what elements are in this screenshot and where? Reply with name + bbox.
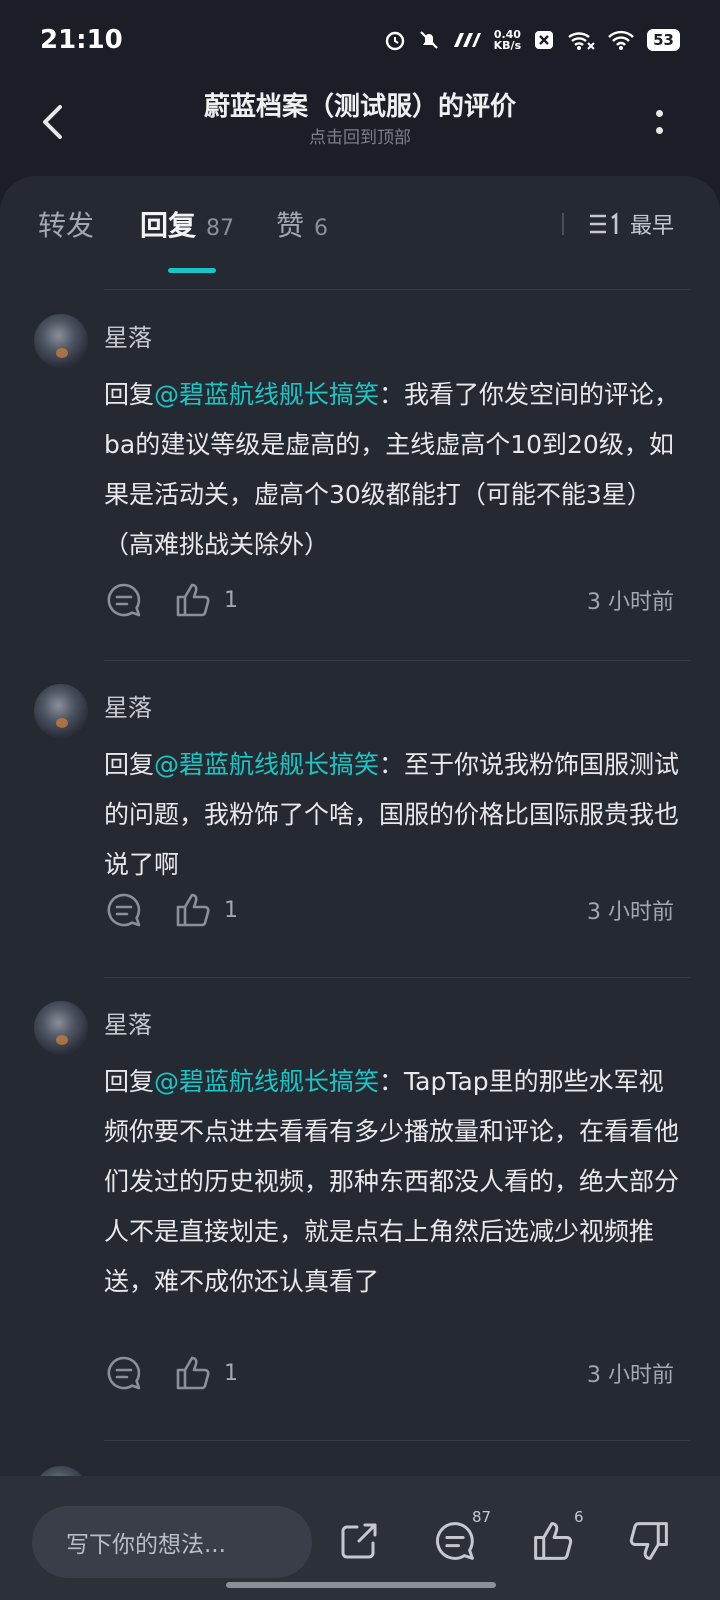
dislike-button[interactable] [624, 1516, 674, 1566]
comment-content: ：TapTap里的那些水军视频你要不点进去看看有多少播放量和评论，在看看他们发过… [104, 1067, 680, 1296]
active-tab-indicator [168, 268, 216, 273]
net-speed-unit: KB/s [493, 39, 522, 52]
net-speed: 0.40 KB/s [494, 29, 521, 51]
reply-button[interactable] [104, 580, 144, 620]
share-button[interactable] [334, 1516, 384, 1566]
tab-label: 回复 [140, 209, 197, 242]
close-box-icon [533, 29, 555, 51]
wifi-icon [607, 29, 635, 51]
more-options-button[interactable] [644, 100, 674, 144]
bottom-action-bar: 写下你的想法... 87 6 [0, 1476, 720, 1600]
like-count: 1 [224, 897, 238, 923]
tab-replies[interactable]: 回复 87 [140, 204, 234, 244]
avatar[interactable] [34, 684, 88, 738]
reply-prefix: 回复 [104, 380, 155, 409]
tab-bar: 转发 回复 87 赞 6 最早 [0, 176, 720, 294]
like-button[interactable]: 1 [174, 581, 238, 619]
comment-bubble-icon [107, 893, 141, 927]
tab-label: 赞 [276, 209, 305, 242]
thumbs-up-icon [176, 583, 210, 617]
sort-list-icon [589, 212, 618, 234]
comment-time: 3 小时前 [587, 1363, 674, 1388]
comment-text: 回复@碧蓝航线舰长搞笑：我看了你发空间的评论，ba的建议等级是虚高的，主线虚高个… [104, 370, 680, 570]
avatar[interactable] [34, 314, 88, 368]
comment-time: 3 小时前 [587, 900, 674, 925]
like-count: 1 [224, 587, 238, 613]
tab-forward[interactable]: 转发 [38, 204, 94, 244]
like-count-badge: 6 [574, 1508, 584, 1526]
comment-actions: 1 3 小时前 [104, 888, 674, 932]
thumbs-up-icon [534, 1522, 573, 1560]
comment-username[interactable]: 星落 [104, 1005, 152, 1040]
page-title: 蔚蓝档案（测试服）的评价 [203, 92, 516, 122]
tab-count: 6 [314, 216, 329, 241]
comment-bubble-icon [107, 1356, 141, 1390]
reply-button[interactable] [104, 1353, 144, 1393]
like-button[interactable]: 1 [174, 1354, 238, 1392]
comment-username[interactable]: 星落 [104, 688, 152, 723]
like-button[interactable]: 1 [174, 891, 238, 929]
chevron-left-icon [43, 105, 62, 139]
mention-link[interactable]: @碧蓝航线舰长搞笑 [154, 380, 379, 409]
comment-item: 星落 回复@碧蓝航线舰长搞笑：我看了你发空间的评论，ba的建议等级是虚高的，主线… [0, 290, 720, 647]
reply-prefix: 回复 [104, 1067, 155, 1096]
mute-bell-icon [418, 29, 440, 51]
status-time: 21:10 [40, 25, 123, 55]
like-review-button[interactable] [528, 1516, 578, 1566]
like-count: 1 [224, 1360, 238, 1386]
sort-label: 最早 [629, 214, 674, 239]
page-subtitle: 点击回到顶部 [309, 128, 411, 148]
comment-actions: 1 3 小时前 [104, 578, 674, 622]
sort-button[interactable]: 最早 [561, 208, 674, 240]
network-icon [452, 29, 482, 51]
tab-likes[interactable]: 赞 6 [276, 204, 328, 244]
more-dot-icon [655, 110, 663, 117]
status-icons: 0.40 KB/s 53 [384, 29, 680, 51]
comment-text: 回复@碧蓝航线舰长搞笑：至于你说我粉饰国服测试的问题，我粉饰了个啥，国服的价格比… [104, 740, 680, 890]
divider [104, 1440, 690, 1441]
mention-link[interactable]: @碧蓝航线舰长搞笑 [154, 1067, 379, 1096]
thumbs-up-icon [176, 1356, 210, 1390]
share-icon [341, 1523, 377, 1559]
reply-prefix: 回复 [104, 750, 155, 779]
status-bar: 21:10 0.40 KB/s 53 [0, 0, 720, 80]
tab-count: 87 [206, 216, 235, 241]
comment-text: 回复@碧蓝航线舰长搞笑：TapTap里的那些水军视频你要不点进去看看有多少播放量… [104, 1057, 680, 1307]
alarm-icon [384, 29, 406, 51]
comment-item: 星落 回复@碧蓝航线舰长搞笑：至于你说我粉饰国服测试的问题，我粉饰了个啥，国服的… [0, 660, 720, 977]
comment-bubble-icon [107, 583, 141, 617]
more-dot-icon [655, 127, 663, 134]
header: 蔚蓝档案（测试服）的评价 点击回到顶部 [0, 80, 720, 180]
sort-separator [561, 213, 564, 235]
compose-input[interactable]: 写下你的想法... [32, 1506, 312, 1578]
scroll-to-top[interactable]: 蔚蓝档案（测试服）的评价 点击回到顶部 [120, 88, 600, 150]
back-button[interactable] [30, 100, 74, 144]
thumbs-up-icon [176, 893, 210, 927]
reply-button[interactable] [104, 890, 144, 930]
avatar[interactable] [34, 1001, 88, 1055]
comment-username[interactable]: 星落 [104, 318, 152, 353]
comment-time: 3 小时前 [587, 590, 674, 615]
mention-link[interactable]: @碧蓝航线舰长搞笑 [154, 750, 379, 779]
comment-actions: 1 3 小时前 [104, 1351, 674, 1395]
wifi-x-icon [567, 29, 595, 51]
thumbs-down-icon [629, 1522, 668, 1560]
comment-bubble-icon [435, 1522, 474, 1560]
battery-indicator: 53 [647, 29, 680, 51]
comment-item: 星落 回复@碧蓝航线舰长搞笑：TapTap里的那些水军视频你要不点进去看看有多少… [0, 977, 720, 1440]
home-indicator [226, 1582, 496, 1588]
comment-count-badge: 87 [472, 1508, 492, 1526]
tab-label: 转发 [38, 209, 95, 242]
